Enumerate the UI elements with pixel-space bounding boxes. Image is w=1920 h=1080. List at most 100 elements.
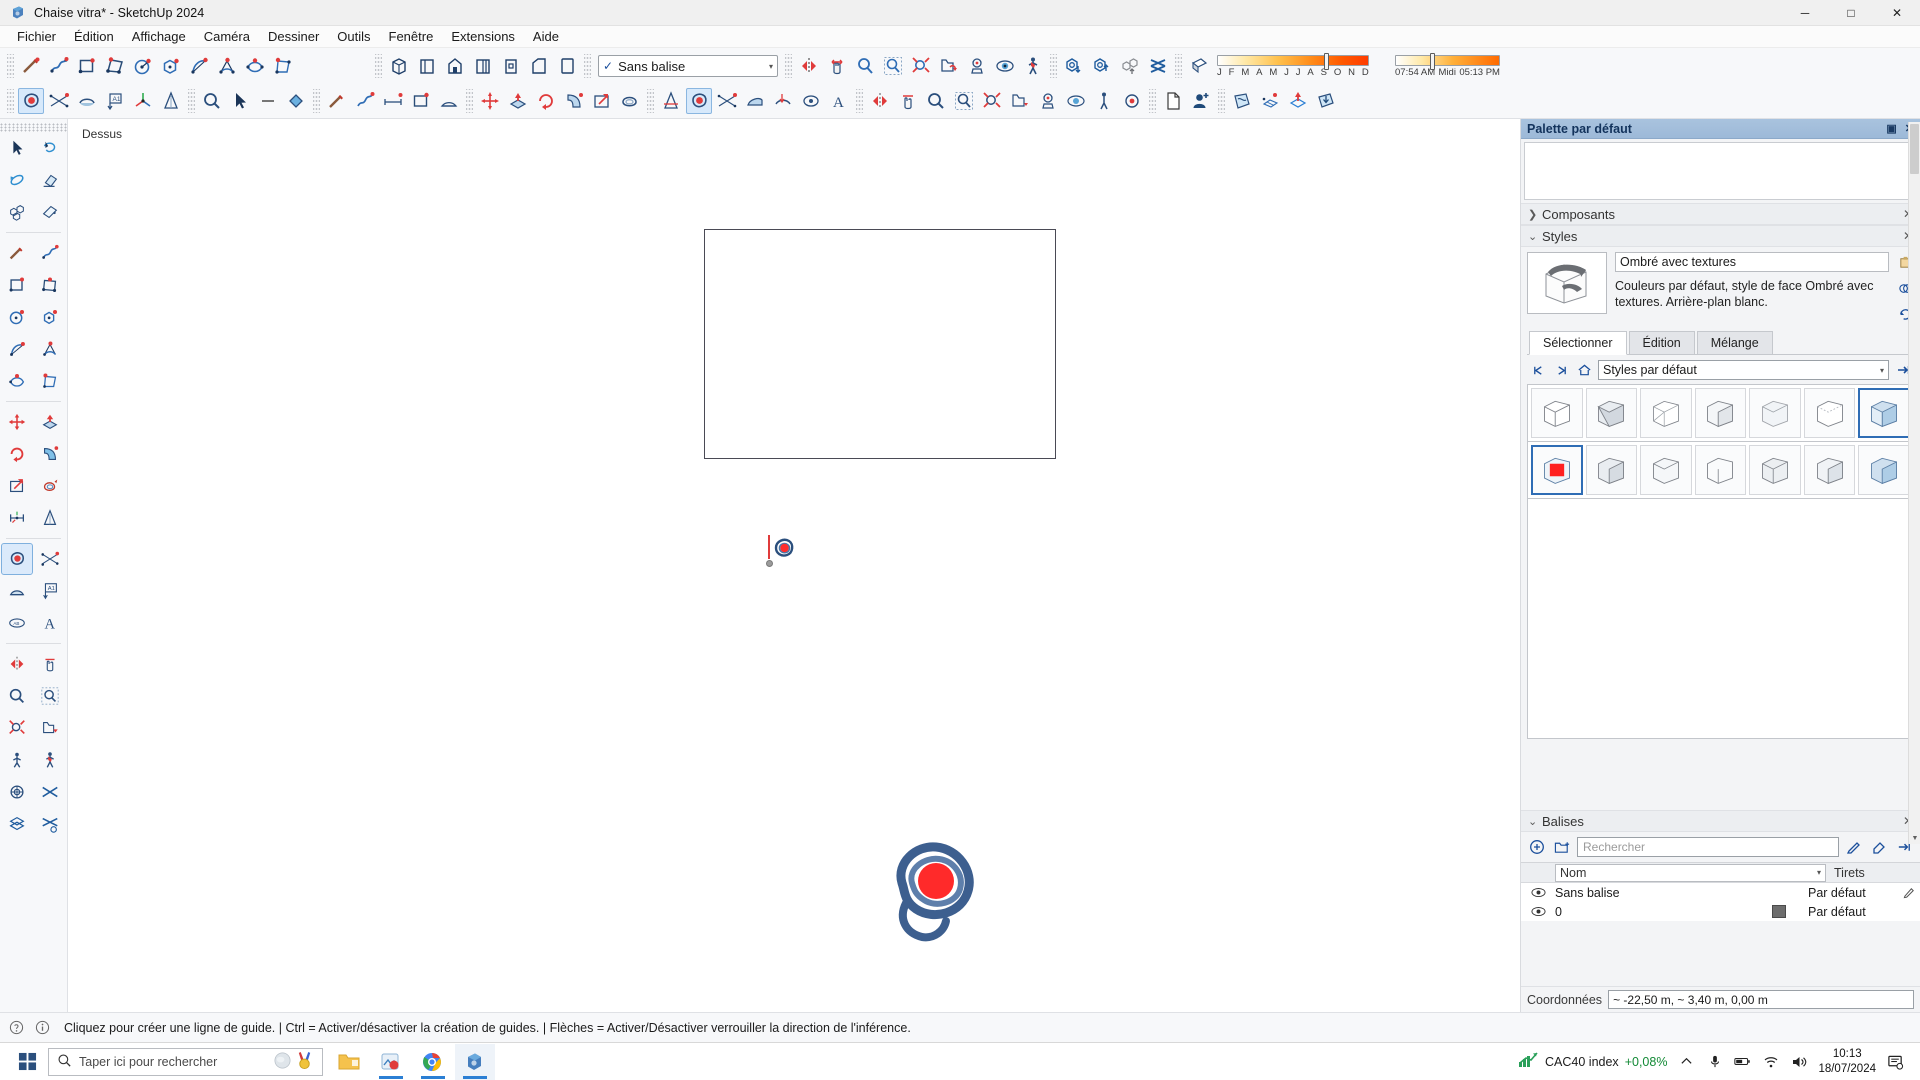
freehand-tool-button[interactable]: [46, 53, 72, 79]
solid-union-button[interactable]: [1117, 53, 1143, 79]
style-swatch-back-edges[interactable]: [1803, 388, 1856, 438]
zoom-tool-button[interactable]: [852, 53, 878, 79]
position-camera-tool[interactable]: [1, 744, 33, 776]
toolbar-grip-large[interactable]: [7, 89, 14, 113]
sandbox-from-scratch-button[interactable]: [46, 88, 72, 114]
style-swatch-wireframe[interactable]: [1640, 388, 1692, 438]
previous-view-button[interactable]: [936, 53, 962, 79]
offset-tool-button[interactable]: [18, 88, 44, 114]
walk-tool-button[interactable]: [1020, 53, 1046, 79]
model-canvas[interactable]: Dessus: [68, 119, 1520, 1012]
month-slider-thumb[interactable]: [1324, 52, 1329, 70]
model-rectangle[interactable]: [704, 229, 1056, 459]
scrollbar-thumb[interactable]: [1910, 124, 1919, 174]
stock-widget[interactable]: CAC40 index +0,08%: [1517, 1051, 1667, 1072]
chevron-up-icon[interactable]: [1678, 1053, 1695, 1070]
minimize-button[interactable]: ─: [1782, 0, 1828, 26]
push-pull-button[interactable]: [505, 88, 531, 114]
tag-visibility-toggle[interactable]: [1521, 887, 1555, 898]
new-file-button[interactable]: [1160, 88, 1186, 114]
microphone-icon[interactable]: [1706, 1053, 1723, 1070]
offset-active-button[interactable]: [686, 88, 712, 114]
zoom-window-button[interactable]: [880, 53, 906, 79]
section-styles[interactable]: ⌄ Styles ✕: [1521, 225, 1920, 247]
rectangle-tool[interactable]: [1, 269, 33, 301]
volume-icon[interactable]: [1790, 1053, 1807, 1070]
zoom-extents-tool[interactable]: [1, 712, 33, 744]
left-toolbar-grip[interactable]: [0, 123, 67, 132]
pan-tool[interactable]: [34, 648, 66, 680]
arc-tool-button[interactable]: [186, 53, 212, 79]
shadow-time-slider[interactable]: [1395, 52, 1500, 70]
right-view-button[interactable]: [470, 53, 496, 79]
offset-active-tool[interactable]: [0, 543, 33, 575]
tag-pencil-icon[interactable]: [1844, 837, 1864, 857]
previous-2-button[interactable]: [1007, 88, 1033, 114]
shadow-month-slider[interactable]: [1217, 52, 1369, 70]
position-camera-button[interactable]: [964, 53, 990, 79]
add-tag-icon[interactable]: [1527, 837, 1547, 857]
arc-tool[interactable]: [1, 333, 33, 365]
toolbar-grip-2c[interactable]: [313, 89, 320, 113]
protractor-tool[interactable]: [1, 575, 33, 607]
walk-tool[interactable]: [34, 744, 66, 776]
back-view-button[interactable]: [498, 53, 524, 79]
tag-color-swatch[interactable]: [1772, 905, 1808, 918]
zoom-extents-2-button[interactable]: [979, 88, 1005, 114]
pie-tool[interactable]: [34, 365, 66, 397]
chevron-down-icon[interactable]: ⌄: [1528, 230, 1542, 243]
rotate-tool[interactable]: [1, 438, 33, 470]
solid-outer-shell-button[interactable]: [1061, 53, 1087, 79]
flip-edge-button[interactable]: [798, 88, 824, 114]
solid-union-tool[interactable]: [1, 808, 33, 840]
help-icon[interactable]: [8, 1019, 25, 1036]
dimension-tool-button[interactable]: [158, 88, 184, 114]
circle-tool[interactable]: [1, 301, 33, 333]
style-swatch-color-red[interactable]: [1531, 445, 1583, 495]
toolbar-grip-tag[interactable]: [584, 54, 591, 78]
toolbar-grip-2e[interactable]: [647, 89, 654, 113]
toolbar-grip[interactable]: [7, 54, 14, 78]
rectangle-tool-button[interactable]: [74, 53, 100, 79]
axes-tool-button[interactable]: [130, 88, 156, 114]
style-swatch-basic[interactable]: [1694, 445, 1747, 495]
back-arrow-icon[interactable]: [1529, 361, 1548, 380]
medal-icon[interactable]: [295, 1051, 314, 1073]
iso-view-button[interactable]: [386, 53, 412, 79]
style-swatch-shaded-textures[interactable]: [1858, 388, 1910, 438]
polygon-tool-button[interactable]: [158, 53, 184, 79]
section-composants[interactable]: ❯ Composants ✕: [1521, 203, 1920, 225]
chevron-down-icon[interactable]: ▾: [769, 62, 773, 71]
style-swatch-monochrome[interactable]: [1694, 388, 1747, 438]
pan-2-button[interactable]: [895, 88, 921, 114]
grid-mesh-button[interactable]: [1257, 88, 1283, 114]
import-terrain-button[interactable]: [1313, 88, 1339, 114]
line-tool[interactable]: [1, 237, 33, 269]
solid-intersect-button[interactable]: [1089, 53, 1115, 79]
notification-icon[interactable]: [1887, 1053, 1904, 1070]
dimension-tool[interactable]: [34, 502, 66, 534]
mirror-button[interactable]: [796, 53, 822, 79]
toolbar-grip-2b[interactable]: [188, 89, 195, 113]
battery-icon[interactable]: [1734, 1053, 1751, 1070]
drape-button[interactable]: [770, 88, 796, 114]
tape-measure-button[interactable]: [380, 88, 406, 114]
component-tool[interactable]: [1, 196, 33, 228]
toolbar-grip-shadow[interactable]: [1175, 54, 1182, 78]
chevron-right-icon[interactable]: ❯: [1528, 208, 1542, 221]
chevron-down-icon[interactable]: ▾: [1817, 868, 1825, 877]
section-2-button[interactable]: [1119, 88, 1145, 114]
toolbar-grip-solid[interactable]: [1050, 54, 1057, 78]
toolbar-grip-2h[interactable]: [1218, 89, 1225, 113]
menu-fenetre[interactable]: Fenêtre: [380, 27, 443, 46]
offset-2-button[interactable]: [617, 88, 643, 114]
tag-visibility-toggle[interactable]: [1521, 906, 1555, 917]
coordinates-value[interactable]: ~ -22,50 m, ~ 3,40 m, 0,00 m: [1608, 990, 1914, 1009]
tag-edit-pencil-icon[interactable]: [1898, 886, 1920, 899]
pan-tool-button[interactable]: [824, 53, 850, 79]
look-around-tool[interactable]: [1, 776, 33, 808]
extrude-button[interactable]: [1285, 88, 1311, 114]
pie-tool-button[interactable]: [270, 53, 296, 79]
style-swatch-plain[interactable]: [1640, 445, 1692, 495]
maximize-button[interactable]: □: [1828, 0, 1874, 26]
